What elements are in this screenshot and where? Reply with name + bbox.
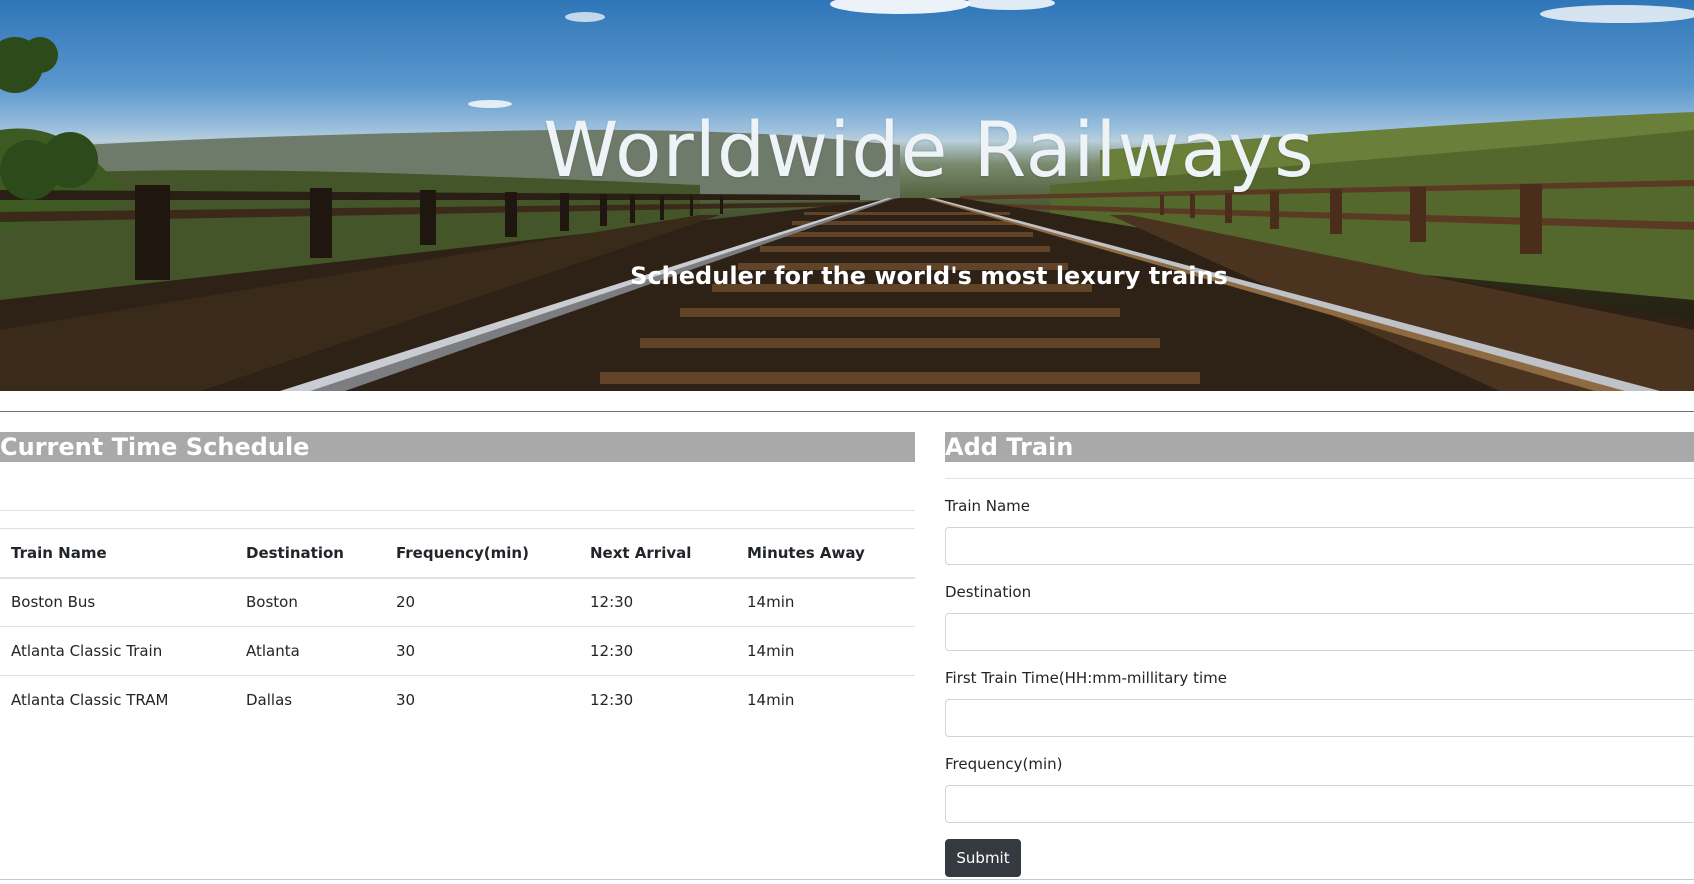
schedule-separator	[0, 510, 915, 511]
railway-bridge-image	[0, 0, 1694, 391]
add-train-heading: Add Train	[945, 432, 1694, 462]
column-header-destination: Destination	[235, 528, 385, 579]
submit-button[interactable]: Submit	[945, 839, 1021, 877]
first-train-time-input[interactable]	[945, 699, 1694, 737]
cell-train-name: Atlanta Classic TRAM	[11, 691, 169, 710]
column-header-frequency: Frequency(min)	[385, 528, 579, 579]
bottom-divider	[0, 879, 1694, 880]
cell-next-arrival: 12:30	[590, 691, 634, 710]
add-train-heading-text: Add Train	[945, 433, 1074, 461]
train-name-label: Train Name	[945, 497, 1031, 515]
column-header-next-arrival: Next Arrival	[579, 528, 736, 579]
cell-destination: Dallas	[246, 691, 293, 710]
cell-minutes-away: 14min	[736, 626, 915, 676]
table-row: Boston Bus Boston 20 12:30 14min	[0, 577, 915, 627]
column-header-minutes-away: Minutes Away	[736, 528, 915, 579]
destination-label: Destination	[945, 583, 1032, 601]
cell-destination: Atlanta	[235, 626, 385, 676]
train-name-input[interactable]	[945, 527, 1694, 565]
cell-minutes-away: 14min	[747, 691, 795, 710]
schedule-table: Train Name Destination Frequency(min) Ne…	[0, 528, 915, 725]
cell-frequency: 30	[385, 626, 579, 676]
first-train-time-label: First Train Time(HH:mm-millitary time	[945, 669, 1227, 687]
schedule-heading: Current Time Schedule	[0, 432, 915, 462]
frequency-label: Frequency(min)	[945, 755, 1063, 773]
cell-frequency: 20	[385, 577, 579, 627]
cell-next-arrival: 12:30	[579, 626, 736, 676]
column-header-train-name: Train Name	[0, 528, 235, 579]
page-subtitle: Scheduler for the world's most lexury tr…	[630, 262, 1228, 290]
table-row: Atlanta Classic TRAM Dallas 30 12:30 14m…	[0, 676, 915, 725]
top-divider	[0, 411, 1694, 412]
hero-banner: Worldwide Railways Scheduler for the wor…	[0, 0, 1694, 391]
schedule-heading-text: Current Time Schedule	[0, 433, 310, 461]
form-separator	[945, 478, 1694, 479]
cell-destination: Boston	[235, 577, 385, 627]
cell-frequency: 30	[396, 691, 416, 710]
cell-train-name: Atlanta Classic Train	[0, 626, 235, 676]
page-title: Worldwide Railways	[543, 105, 1315, 194]
frequency-input[interactable]	[945, 785, 1694, 823]
cell-train-name: Boston Bus	[0, 577, 235, 627]
destination-input[interactable]	[945, 613, 1694, 651]
table-header-row: Train Name Destination Frequency(min) Ne…	[0, 528, 915, 579]
cell-minutes-away: 14min	[736, 577, 915, 627]
table-row: Atlanta Classic Train Atlanta 30 12:30 1…	[0, 626, 915, 676]
cell-next-arrival: 12:30	[579, 577, 736, 627]
